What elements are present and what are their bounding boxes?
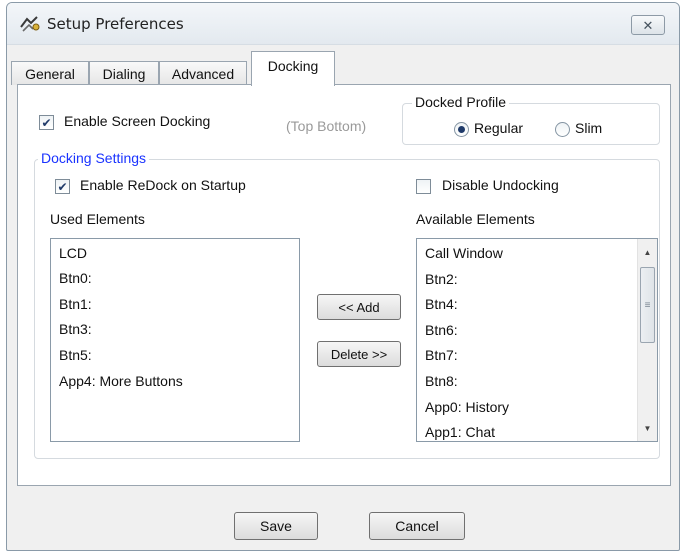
list-item[interactable]: Btn1:	[59, 296, 92, 312]
enable-redock-label: Enable ReDock on Startup	[80, 177, 246, 193]
scroll-up-icon[interactable]: ▲	[638, 243, 657, 261]
list-item[interactable]: Btn6:	[425, 322, 458, 338]
tab-general[interactable]: General	[11, 61, 89, 85]
app-icon	[20, 16, 40, 32]
setup-preferences-window: Setup Preferences ✕ General Dialing Adva…	[6, 2, 680, 551]
delete-button[interactable]: Delete >>	[317, 341, 401, 367]
slim-label: Slim	[575, 120, 603, 136]
position-hint: (Top Bottom)	[286, 118, 367, 134]
enable-screen-docking-checkbox[interactable]: ✔	[39, 115, 54, 130]
list-item[interactable]: Btn5:	[59, 347, 92, 363]
save-button[interactable]: Save	[234, 512, 318, 540]
list-item[interactable]: LCD	[59, 245, 87, 261]
list-item[interactable]: App1: Chat	[425, 424, 495, 440]
list-item[interactable]: Call Window	[425, 245, 503, 261]
used-elements-label: Used Elements	[50, 211, 145, 227]
scroll-thumb[interactable]: ≡	[640, 267, 655, 343]
cancel-button[interactable]: Cancel	[369, 512, 465, 540]
available-elements-label: Available Elements	[416, 211, 535, 227]
list-item[interactable]: Btn2:	[425, 271, 458, 287]
docking-settings-title: Docking Settings	[38, 150, 150, 166]
list-item[interactable]: Btn8:	[425, 373, 458, 389]
grip-icon: ≡	[644, 299, 651, 311]
list-item[interactable]: Btn3:	[59, 321, 92, 337]
list-item[interactable]: Btn7:	[425, 347, 458, 363]
regular-radio[interactable]	[454, 122, 469, 137]
tab-docking[interactable]: Docking	[251, 51, 335, 86]
docking-panel: ✔ Enable Screen Docking (Top Bottom) Doc…	[17, 84, 671, 486]
regular-label: Regular	[474, 120, 524, 136]
docked-profile-title: Docked Profile	[412, 94, 510, 110]
available-elements-list[interactable]: Call Window Btn2: Btn4: Btn6: Btn7: Btn8…	[416, 238, 658, 442]
enable-screen-docking-label: Enable Screen Docking	[64, 113, 211, 129]
scroll-down-icon[interactable]: ▼	[638, 419, 657, 437]
tab-dialing[interactable]: Dialing	[89, 61, 159, 85]
disable-undocking-checkbox[interactable]	[416, 179, 431, 194]
used-elements-list[interactable]: LCD Btn0: Btn1: Btn3: Btn5: App4: More B…	[50, 238, 300, 442]
close-icon: ✕	[642, 17, 654, 33]
enable-redock-checkbox[interactable]: ✔	[55, 179, 70, 194]
window-title: Setup Preferences	[47, 15, 184, 33]
close-button[interactable]: ✕	[631, 15, 665, 35]
check-icon: ✔	[41, 115, 52, 130]
title-bar: Setup Preferences ✕	[7, 3, 679, 45]
slim-radio[interactable]	[555, 122, 570, 137]
list-item[interactable]: App0: History	[425, 399, 509, 415]
disable-undocking-label: Disable Undocking	[442, 177, 559, 193]
tab-advanced[interactable]: Advanced	[159, 61, 247, 85]
list-item[interactable]: App4: More Buttons	[59, 373, 183, 389]
list-item[interactable]: Btn4:	[425, 296, 458, 312]
available-list-scrollbar[interactable]: ▲ ≡ ▼	[637, 239, 657, 441]
check-icon: ✔	[57, 179, 68, 194]
list-item[interactable]: Btn0:	[59, 270, 92, 286]
add-button[interactable]: << Add	[317, 294, 401, 320]
tab-strip: General Dialing Advanced Docking	[11, 51, 671, 86]
